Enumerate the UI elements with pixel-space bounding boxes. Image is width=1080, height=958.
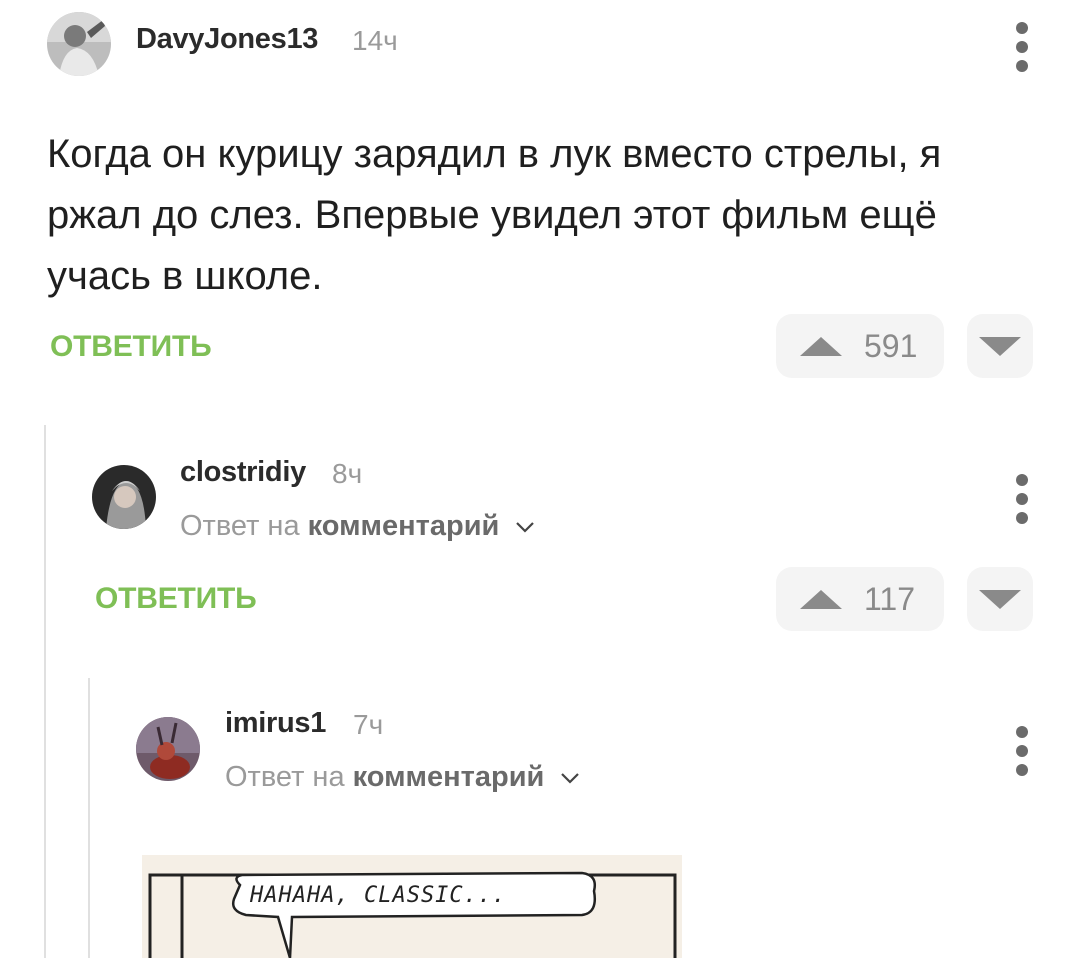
thread-line (88, 678, 90, 958)
vote-count: 117 (864, 580, 916, 617)
reply-to-link[interactable]: Ответ на комментарий (225, 761, 580, 794)
avatar[interactable] (136, 717, 200, 781)
reply-to-prefix: Ответ на (225, 761, 345, 793)
upvote-button[interactable]: 591 (776, 314, 944, 378)
upvote-icon (800, 336, 842, 356)
avatar[interactable] (92, 465, 156, 529)
vote-count: 591 (864, 327, 918, 364)
comic-speech-text: HAHAHA, CLASSIC... (250, 883, 507, 908)
reply-to-link[interactable]: Ответ на комментарий (180, 510, 535, 543)
more-options-icon[interactable] (1015, 726, 1029, 776)
reply-to-target: комментарий (352, 761, 545, 793)
reply-to-prefix: Ответ на (180, 510, 300, 542)
downvote-icon (979, 589, 1021, 609)
timestamp: 7ч (353, 709, 384, 740)
username[interactable]: clostridiy (180, 456, 306, 489)
comment-text: Когда он курицу зарядил в лук вместо стр… (47, 132, 942, 298)
timestamp: 8ч (332, 458, 363, 489)
downvote-icon (979, 336, 1021, 356)
timestamp: 14ч (352, 25, 398, 56)
username[interactable]: imirus1 (225, 707, 326, 740)
reply-button[interactable]: ОТВЕТИТЬ (95, 582, 257, 616)
reply-button[interactable]: ОТВЕТИТЬ (50, 330, 212, 364)
username[interactable]: DavyJones13 (136, 23, 318, 56)
chevron-down-icon (516, 522, 535, 533)
chevron-down-icon (561, 773, 580, 784)
downvote-button[interactable] (967, 567, 1033, 631)
more-options-icon[interactable] (1015, 474, 1029, 524)
reply-to-target: комментарий (307, 510, 500, 542)
downvote-button[interactable] (967, 314, 1033, 378)
more-options-icon[interactable] (1015, 22, 1029, 72)
comment-image[interactable]: HAHAHA, CLASSIC... (142, 855, 682, 958)
avatar[interactable] (47, 12, 111, 76)
upvote-icon (800, 589, 842, 609)
thread-line (44, 425, 46, 958)
upvote-button[interactable]: 117 (776, 567, 944, 631)
